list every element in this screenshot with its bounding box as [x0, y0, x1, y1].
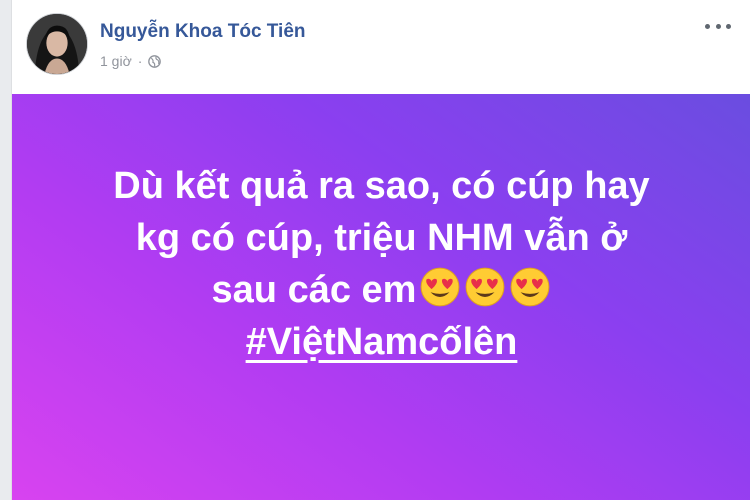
dot-icon	[726, 23, 731, 29]
post-header: Nguyễn Khoa Tóc Tiên 1 giờ ·	[12, 0, 750, 94]
post-text-line: Dù kết quả ra sao, có cúp hay	[113, 165, 650, 207]
heart-eyes-emoji	[511, 267, 550, 307]
hashtag-link[interactable]: #ViệtNamcốlên	[246, 321, 518, 363]
post-card: Nguyễn Khoa Tóc Tiên 1 giờ · Dù kết quả …	[11, 0, 750, 500]
dot-icon	[715, 23, 721, 29]
post-timestamp[interactable]: 1 giờ	[100, 53, 132, 69]
more-options-icon[interactable]	[705, 16, 731, 36]
meta-separator: ·	[137, 53, 143, 69]
post-text-line: sau các em	[211, 269, 417, 311]
post-text-line-with-emojis: sau các em	[12, 264, 750, 316]
post-text-line: kg có cúp, triệu NHM vẫn ở	[135, 217, 628, 259]
post-meta: 1 giờ ·	[100, 53, 162, 69]
dot-icon	[705, 23, 710, 29]
post-text: Dù kết quả ra sao, có cúp hay kg có cúp,…	[12, 160, 750, 368]
heart-eyes-emoji	[421, 267, 460, 307]
globe-icon[interactable]	[148, 54, 162, 68]
heart-eyes-emoji	[466, 267, 505, 307]
author-avatar[interactable]	[26, 13, 88, 75]
author-name[interactable]: Nguyễn Khoa Tóc Tiên	[100, 21, 306, 43]
avatar-image	[27, 14, 87, 74]
